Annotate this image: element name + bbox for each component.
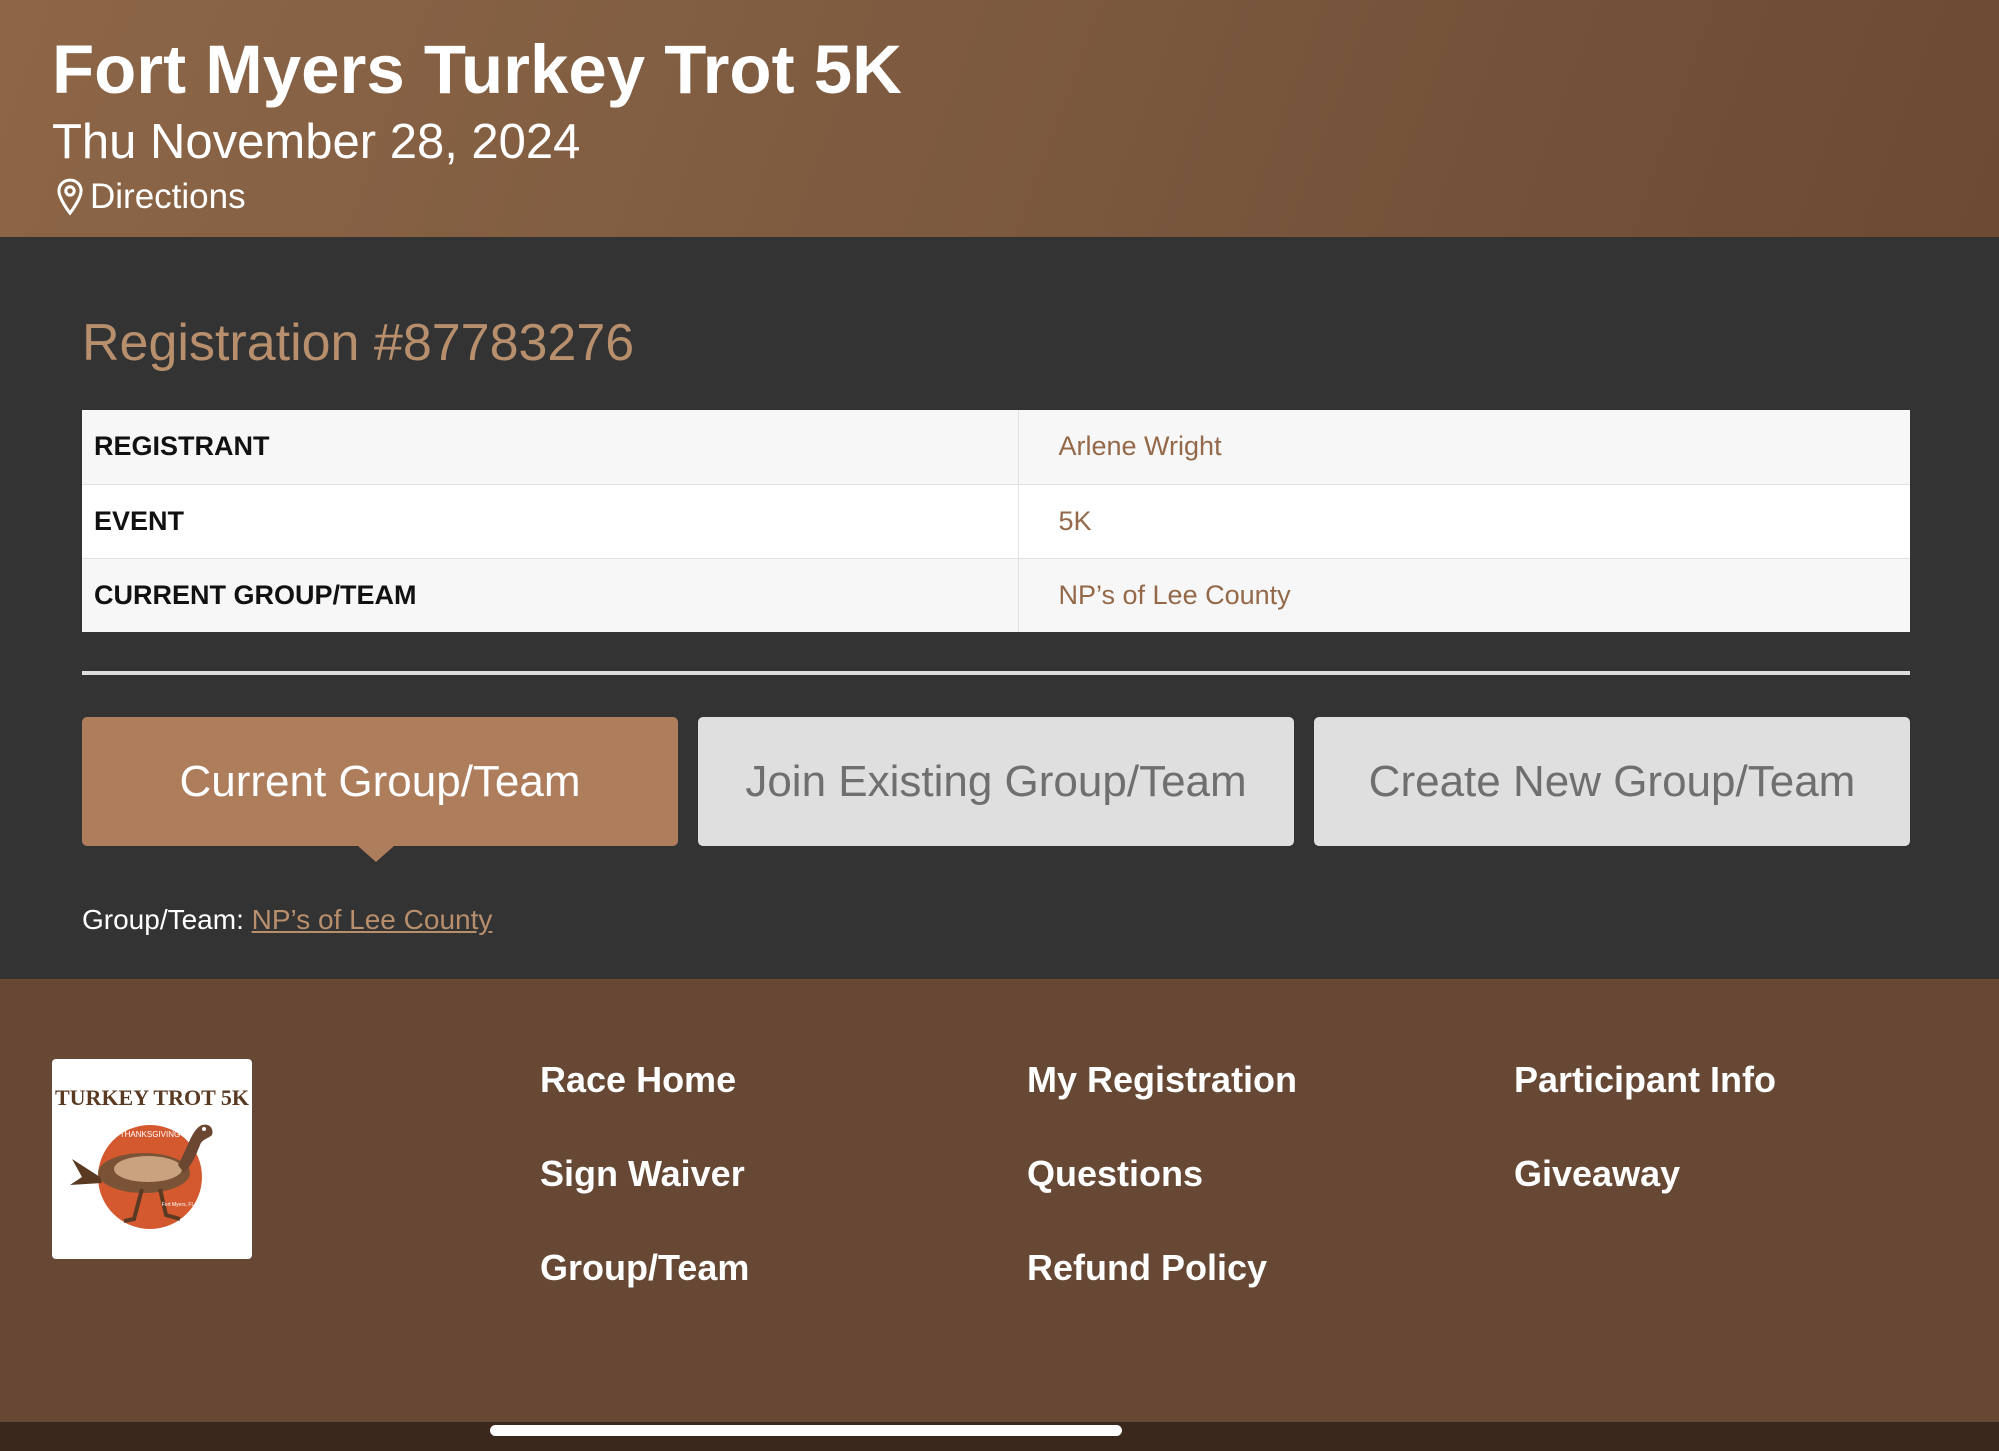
row-label: EVENT bbox=[82, 483, 1019, 558]
svg-text:THANKSGIVING: THANKSGIVING bbox=[120, 1130, 180, 1139]
footer-link-questions[interactable]: Questions bbox=[1027, 1153, 1203, 1195]
registration-title: Registration #87783276 bbox=[82, 314, 635, 372]
home-indicator[interactable] bbox=[490, 1425, 1122, 1436]
current-group-info: Group/Team: NP’s of Lee County bbox=[82, 904, 492, 936]
row-value: Arlene Wright bbox=[1018, 410, 1910, 484]
tab-join-existing-group-team[interactable]: Join Existing Group/Team bbox=[698, 717, 1294, 846]
registration-table: REGISTRANT Arlene Wright EVENT 5K CURREN… bbox=[82, 410, 1910, 632]
svg-text:TURKEY TROT 5K: TURKEY TROT 5K bbox=[55, 1085, 249, 1110]
table-row: CURRENT GROUP/TEAM NP’s of Lee County bbox=[82, 557, 1910, 632]
active-tab-pointer bbox=[358, 846, 394, 862]
footer-link-participant-info[interactable]: Participant Info bbox=[1514, 1059, 1776, 1101]
row-label: CURRENT GROUP/TEAM bbox=[82, 557, 1019, 632]
footer-link-my-registration[interactable]: My Registration bbox=[1027, 1059, 1297, 1101]
tab-label: Current Group/Team bbox=[179, 756, 581, 806]
event-date: Thu November 28, 2024 bbox=[52, 115, 581, 169]
row-label: REGISTRANT bbox=[82, 410, 1019, 484]
directions-label: Directions bbox=[90, 177, 246, 216]
footer-link-group-team[interactable]: Group/Team bbox=[540, 1247, 749, 1289]
footer-link-giveaway[interactable]: Giveaway bbox=[1514, 1153, 1680, 1195]
registration-section: Registration #87783276 REGISTRANT Arlene… bbox=[0, 237, 1999, 979]
group-prefix-label: Group/Team: bbox=[82, 904, 244, 935]
site-footer: TURKEY TROT 5K THANKSGIVING Fort Myers, … bbox=[0, 979, 1999, 1422]
svg-text:Fort Myers, FL: Fort Myers, FL bbox=[162, 1202, 195, 1208]
directions-link[interactable]: Directions bbox=[56, 177, 246, 217]
tab-current-group-team[interactable]: Current Group/Team bbox=[82, 717, 678, 862]
race-logo[interactable]: TURKEY TROT 5K THANKSGIVING Fort Myers, … bbox=[52, 1059, 252, 1259]
row-value: NP’s of Lee County bbox=[1018, 557, 1910, 632]
event-header: Fort Myers Turkey Trot 5K Thu November 2… bbox=[0, 0, 1999, 237]
group-team-link[interactable]: NP’s of Lee County bbox=[252, 904, 493, 935]
row-value: 5K bbox=[1018, 483, 1910, 558]
map-pin-icon bbox=[57, 178, 83, 216]
tab-label: Create New Group/Team bbox=[1368, 756, 1856, 806]
footer-link-race-home[interactable]: Race Home bbox=[540, 1059, 736, 1101]
tab-label: Join Existing Group/Team bbox=[745, 756, 1247, 806]
tab-create-new-group-team[interactable]: Create New Group/Team bbox=[1314, 717, 1910, 846]
table-row: EVENT 5K bbox=[82, 483, 1910, 558]
section-divider bbox=[82, 671, 1910, 675]
turkey-trot-logo-image: TURKEY TROT 5K THANKSGIVING Fort Myers, … bbox=[55, 1085, 249, 1229]
footer-link-refund-policy[interactable]: Refund Policy bbox=[1027, 1247, 1267, 1289]
event-title: Fort Myers Turkey Trot 5K bbox=[52, 31, 902, 108]
footer-link-sign-waiver[interactable]: Sign Waiver bbox=[540, 1153, 745, 1195]
table-row: REGISTRANT Arlene Wright bbox=[82, 410, 1910, 484]
